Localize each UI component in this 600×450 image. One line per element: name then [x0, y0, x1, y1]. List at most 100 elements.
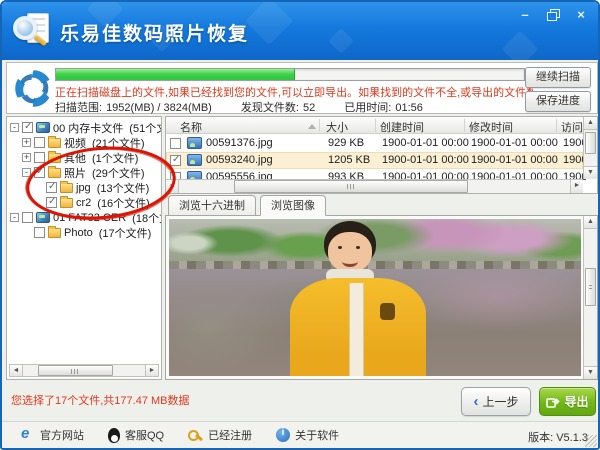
child-face — [328, 232, 373, 272]
tree-item-count: (13个文件) — [96, 182, 150, 195]
tree-item[interactable]: Photo (17个文件) — [7, 225, 161, 240]
preview-photo — [169, 219, 581, 376]
tree-node-icon — [48, 165, 61, 178]
tree-item-count: (17个文件) — [98, 227, 152, 240]
column-header-created[interactable]: 创建时间 — [380, 119, 424, 135]
app-window: 乐易佳数码照片恢复 – × 正在扫描磁盘上的文件,如果已经找到您的文件,可以立即… — [0, 0, 600, 450]
scrollbar-thumb[interactable] — [585, 268, 596, 306]
preview-vertical-scrollbar[interactable]: ▲ ▼ — [583, 216, 597, 379]
resize-grip[interactable] — [585, 435, 597, 447]
export-icon — [546, 397, 561, 408]
footer-link-icon — [276, 427, 291, 442]
scrollbar-thumb[interactable] — [233, 180, 469, 193]
tab-browse-hex[interactable]: 浏览十六进制 — [168, 195, 256, 216]
tree-item[interactable]: - 00 内存卡文件 (51个文件) — [7, 120, 161, 135]
image-preview-panel: ▲ ▼ — [165, 215, 598, 380]
scroll-up-icon[interactable]: ▲ — [584, 216, 597, 229]
tree-item-label: 视频 — [64, 137, 86, 150]
cell-name: 00593240.jpg — [206, 154, 273, 166]
file-list-panel: 名称 大小 创建时间 修改时间 访问 00591376.jpg 929 KB 1… — [165, 116, 598, 194]
window-controls: – × — [516, 8, 590, 23]
scroll-up-icon[interactable]: ▲ — [584, 117, 597, 130]
footer-link[interactable]: 客服QQ — [108, 427, 164, 443]
footer: 官方网站 客服QQ 已经注册 关于软件 版本: V5.1.3 — [2, 421, 598, 448]
scrollbar-thumb[interactable] — [37, 365, 114, 376]
tree-item[interactable]: jpg (13个文件) — [7, 180, 161, 195]
scan-range-value: 1952(MB) / 3824(MB) — [106, 102, 212, 114]
column-divider — [319, 119, 320, 132]
column-header-modified[interactable]: 修改时间 — [469, 119, 513, 135]
row-checkbox[interactable] — [170, 154, 181, 166]
footer-link-icon — [108, 427, 120, 443]
folder-tree: - 00 内存卡文件 (51个文件) + 视频 (21个文件) + — [7, 120, 161, 240]
scan-message: 正在扫描磁盘上的文件,如果已经找到您的文件,可以立即导出。如果找到的文件不全,或… — [55, 87, 533, 99]
tree-checkbox[interactable] — [34, 227, 45, 238]
tree-item[interactable]: - 照片 (29个文件) — [7, 165, 161, 180]
footer-link[interactable]: 已经注册 — [188, 427, 252, 443]
cell-size: 1205 KB — [328, 154, 371, 166]
restore-button[interactable] — [544, 8, 562, 23]
footer-link[interactable]: 关于软件 — [276, 427, 339, 443]
table-row[interactable]: 00593240.jpg 1205 KB 1900-01-01 00:00 19… — [166, 152, 587, 169]
image-file-icon — [187, 154, 202, 166]
file-table-horizontal-scrollbar[interactable]: ◄ ► — [166, 179, 583, 193]
scroll-down-icon[interactable]: ▼ — [584, 166, 597, 179]
titlebar-deco — [501, 30, 539, 60]
tree-checkbox[interactable] — [34, 137, 45, 148]
scroll-left-icon[interactable]: ◄ — [166, 180, 179, 193]
expander-icon[interactable]: - — [22, 168, 31, 177]
column-header-accessed[interactable]: 访问 — [561, 119, 583, 135]
row-checkbox[interactable] — [170, 138, 181, 149]
expander-icon[interactable]: - — [10, 123, 19, 132]
back-button[interactable]: ‹ 上一步 — [461, 387, 531, 416]
tree-item[interactable]: cr2 (16个文件) — [7, 195, 161, 210]
footer-link-icon — [188, 428, 203, 443]
scroll-right-icon[interactable]: ► — [145, 365, 158, 376]
folder-tree-panel: - 00 内存卡文件 (51个文件) + 视频 (21个文件) + — [6, 116, 162, 380]
continue-scan-button[interactable]: 继续扫描 — [525, 67, 591, 88]
tree-item[interactable]: - 01 FAT32 CER (18个文件) — [7, 210, 161, 225]
tree-item-count: (51个文件) — [129, 122, 161, 135]
file-table-vertical-scrollbar[interactable]: ▲ ▼ — [583, 117, 597, 179]
tree-checkbox[interactable] — [34, 152, 45, 163]
found-files-label: 发现文件数: — [240, 102, 299, 114]
expander-icon[interactable] — [34, 183, 43, 192]
tree-checkbox[interactable] — [46, 181, 57, 193]
tree-checkbox[interactable] — [22, 212, 33, 223]
minimize-button[interactable]: – — [516, 8, 534, 23]
image-file-icon — [187, 137, 202, 149]
expander-icon[interactable]: - — [10, 213, 19, 222]
scroll-left-icon[interactable]: ◄ — [10, 365, 23, 376]
tree-checkbox[interactable] — [34, 166, 45, 178]
save-progress-button[interactable]: 保存进度 — [525, 91, 591, 112]
column-header-name[interactable]: 名称 — [180, 119, 202, 135]
expander-icon[interactable] — [22, 228, 31, 237]
window-title: 乐易佳数码照片恢复 — [60, 24, 250, 45]
expander-icon[interactable] — [34, 198, 43, 207]
titlebar[interactable]: 乐易佳数码照片恢复 – × — [2, 2, 598, 60]
tree-checkbox[interactable] — [46, 196, 57, 208]
scroll-right-icon[interactable]: ► — [570, 180, 583, 193]
export-button[interactable]: 导出 — [539, 387, 596, 416]
tree-horizontal-scrollbar[interactable]: ◄ ► — [9, 364, 159, 377]
footer-link[interactable]: 官方网站 — [20, 425, 84, 443]
scrollbar-track[interactable] — [179, 180, 570, 193]
expander-icon[interactable]: + — [22, 138, 31, 147]
tree-node-icon — [60, 180, 73, 193]
scroll-down-icon[interactable]: ▼ — [584, 366, 597, 379]
sort-asc-icon — [308, 124, 316, 129]
tree-item[interactable]: + 其他 (1个文件) — [7, 150, 161, 165]
column-header-size[interactable]: 大小 — [326, 119, 348, 135]
tree-item[interactable]: + 视频 (21个文件) — [7, 135, 161, 150]
table-row[interactable]: 00591376.jpg 929 KB 1900-01-01 00:00 190… — [166, 135, 587, 152]
tab-browse-image[interactable]: 浏览图像 — [260, 195, 326, 216]
tree-node-icon — [36, 212, 50, 223]
cell-size: 929 KB — [328, 137, 365, 149]
file-table-header[interactable]: 名称 大小 创建时间 修改时间 访问 — [166, 117, 583, 134]
expander-icon[interactable]: + — [22, 153, 31, 162]
tree-item-label: cr2 — [76, 196, 92, 209]
scrollbar-track[interactable] — [23, 365, 145, 376]
scrollbar-thumb[interactable] — [585, 132, 596, 154]
close-button[interactable]: × — [572, 8, 590, 23]
tree-checkbox[interactable] — [22, 121, 33, 133]
